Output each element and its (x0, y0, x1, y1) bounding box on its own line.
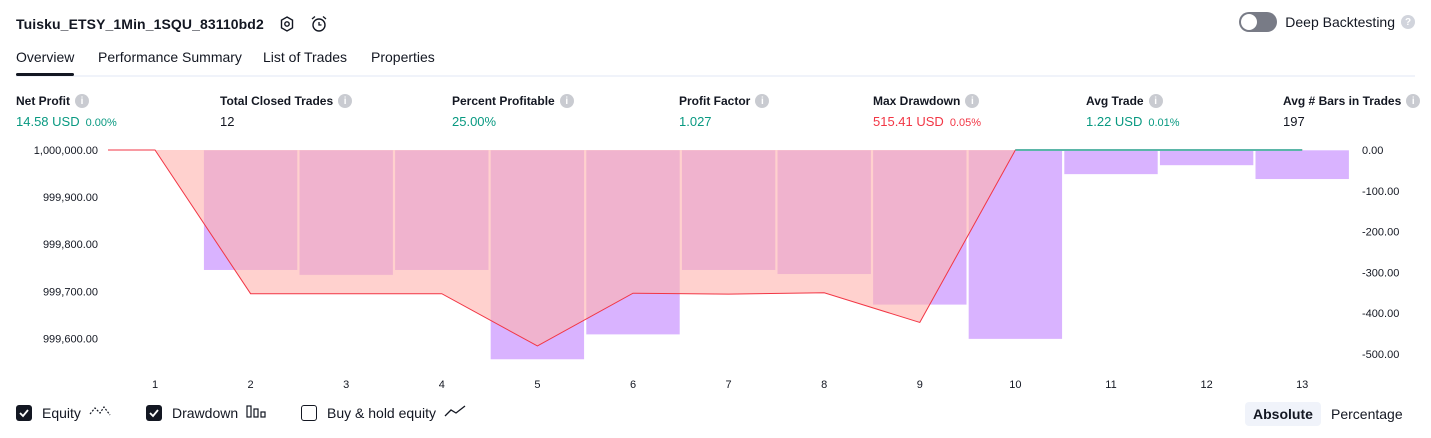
metric-profit-factor: Profit Factor i 1.027 (679, 94, 770, 129)
info-icon[interactable]: i (755, 94, 770, 108)
right-axis-tick: -500.00 (1362, 349, 1399, 361)
drawdown-bar (1063, 149, 1159, 175)
drawdown-bar (1254, 149, 1350, 180)
metric-label: Profit Factor (679, 94, 751, 108)
x-axis-tick: 8 (821, 379, 827, 391)
metric-max-drawdown: Max Drawdown i 515.41 USD 0.05% (873, 94, 981, 129)
metric-value: 1.22 USD (1086, 114, 1143, 129)
legend-buy-hold[interactable]: Buy & hold equity (301, 404, 466, 421)
drawdown-bar (1159, 149, 1254, 166)
metric-net-profit: Net Profit i 14.58 USD 0.00% (16, 94, 117, 129)
metric-value: 25.00% (452, 114, 497, 129)
x-axis-tick: 6 (630, 379, 636, 391)
strategy-name: Tuisku_ETSY_1Min_1SQU_83110bd2 (16, 16, 264, 32)
info-icon[interactable]: i (1148, 94, 1163, 108)
x-axis-tick: 4 (439, 379, 445, 391)
x-axis-tick: 12 (1200, 379, 1212, 391)
help-icon[interactable]: ? (1401, 15, 1415, 29)
metric-value: 14.58 USD (16, 114, 80, 129)
tab-bar: Overview Performance Summary List of Tra… (16, 47, 1415, 77)
tab-list-of-trades[interactable]: List of Trades (263, 47, 347, 73)
right-axis-tick: -200.00 (1362, 227, 1399, 239)
info-icon[interactable]: i (1406, 94, 1421, 108)
metric-value: 1.027 (679, 114, 712, 129)
info-icon[interactable]: i (965, 94, 980, 108)
x-axis-tick: 13 (1296, 379, 1308, 391)
x-axis-tick: 3 (343, 379, 349, 391)
metric-value: 12 (220, 114, 235, 129)
info-icon[interactable]: i (75, 94, 89, 108)
metric-value: 515.41 USD (873, 114, 944, 129)
metric-label: Total Closed Trades (220, 94, 334, 108)
left-axis-tick: 999,700.00 (43, 286, 98, 298)
x-axis-tick: 11 (1105, 379, 1116, 391)
metric-percent: 0.00% (85, 117, 117, 129)
info-icon[interactable]: i (338, 94, 353, 108)
metric-total-closed-trades: Total Closed Trades i 12 (220, 94, 353, 129)
deep-backtesting-toggle[interactable] (1239, 12, 1278, 32)
legend-equity[interactable]: Equity (16, 404, 111, 421)
metric-value: 197 (1283, 114, 1305, 129)
metric-percent: 0.05% (949, 117, 982, 129)
tab-performance-summary[interactable]: Performance Summary (98, 47, 242, 73)
equity-drawdown-chart[interactable]: 1,000,000.00 999,900.00 999,800.00 999,700.… (0, 140, 1431, 398)
settings-icon[interactable] (278, 15, 296, 33)
metric-label: Percent Profitable (452, 94, 555, 108)
right-axis-tick: -400.00 (1362, 308, 1399, 320)
right-axis-tick: -100.00 (1362, 186, 1399, 198)
left-axis-tick: 999,900.00 (43, 192, 98, 204)
right-axis-tick: -300.00 (1362, 267, 1399, 279)
drawdown-bars-icon (246, 404, 266, 421)
legend-label: Equity (42, 404, 81, 421)
equity-checkbox[interactable] (16, 404, 32, 421)
legend-label: Drawdown (172, 404, 239, 421)
metric-label: Avg Trade (1086, 94, 1144, 108)
metric-label: Max Drawdown (873, 94, 961, 108)
deep-backtesting: Deep Backtesting ? (1239, 12, 1415, 32)
x-axis-tick: 9 (917, 379, 923, 391)
metric-percent-profitable: Percent Profitable i 25.00% (452, 94, 574, 129)
left-axis-tick: 999,800.00 (43, 239, 98, 251)
buy-hold-line-icon (444, 404, 466, 421)
legend-label: Buy & hold equity (327, 404, 436, 421)
metric-label: Net Profit (16, 94, 70, 108)
strategy-header: Tuisku_ETSY_1Min_1SQU_83110bd2 (16, 12, 328, 36)
x-axis-tick: 5 (534, 379, 540, 391)
deep-backtesting-label: Deep Backtesting (1285, 14, 1395, 30)
x-axis-tick: 2 (248, 379, 254, 391)
legend-drawdown[interactable]: Drawdown (146, 404, 266, 421)
absolute-mode-button[interactable]: Absolute (1245, 402, 1321, 426)
right-axis-tick: 0.00 (1362, 145, 1383, 157)
metric-percent: 0.01% (1148, 117, 1180, 129)
buy-hold-checkbox[interactable] (301, 404, 317, 421)
equity-line-icon (89, 404, 111, 421)
metric-label: Avg # Bars in Trades (1283, 94, 1402, 108)
tab-properties[interactable]: Properties (371, 47, 435, 73)
metric-avg-trade: Avg Trade i 1.22 USD 0.01% (1086, 94, 1180, 129)
drawdown-checkbox[interactable] (146, 404, 162, 421)
equity-area (108, 150, 1303, 346)
left-axis-tick: 1,000,000.00 (34, 145, 98, 157)
x-axis-tick: 1 (152, 379, 158, 391)
metric-avg-bars: Avg # Bars in Trades i 197 (1283, 94, 1421, 129)
percentage-mode-button[interactable]: Percentage (1323, 402, 1411, 426)
alarm-add-icon[interactable] (310, 15, 328, 33)
info-icon[interactable]: i (559, 94, 574, 108)
x-axis-tick: 10 (1009, 379, 1021, 391)
left-axis-tick: 999,600.00 (43, 333, 98, 345)
x-axis-tick: 7 (726, 379, 732, 391)
tab-overview[interactable]: Overview (16, 47, 75, 76)
